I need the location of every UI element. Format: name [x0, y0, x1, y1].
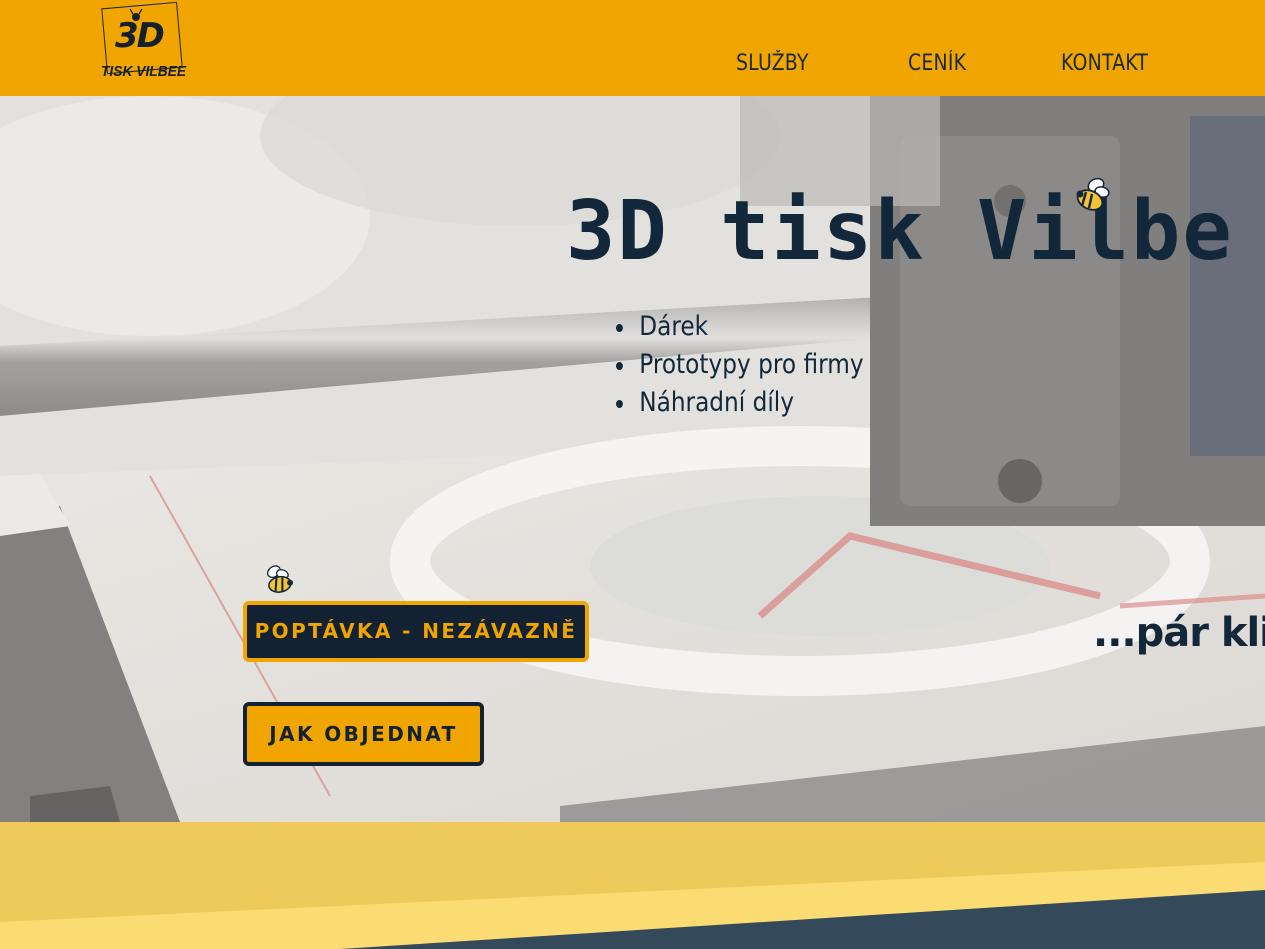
site-header: 3D TISK VILBEE SLUŽBY CENÍK KONTAKT: [0, 0, 1265, 96]
bee-icon: [266, 565, 294, 593]
hero-bullet-nahradni-dily: Náhradní díly: [616, 384, 864, 422]
hero-tagline: ...pár klik: [1093, 610, 1265, 656]
wave-shape: [0, 822, 1265, 949]
hero-title: 3D tisk Vilbe: [566, 184, 1234, 279]
hero-bullet-darek: Dárek: [616, 308, 864, 346]
site-logo[interactable]: 3D TISK VILBEE: [101, 0, 187, 86]
logo-brand-text: TISK VILBEE: [101, 63, 187, 80]
hero-bullet-list: Dárek Prototypy pro firmy Náhradní díly: [616, 308, 904, 422]
hero-bullet-prototypy: Prototypy pro firmy: [616, 346, 864, 384]
how-to-order-button[interactable]: JAK OBJEDNAT: [243, 702, 484, 766]
hero-section: 3D tisk Vilbe Dárek Prototypy pro firmy …: [0, 96, 1265, 822]
bee-icon: [1076, 177, 1110, 211]
nav-item-kontakt[interactable]: KONTAKT: [1061, 51, 1148, 76]
inquiry-button[interactable]: POPTÁVKA - NEZÁVAZNĚ: [243, 601, 589, 662]
logo-3d-text: 3D: [115, 16, 165, 56]
nav-item-cenik[interactable]: CENÍK: [908, 51, 966, 76]
nav-item-sluzby[interactable]: SLUŽBY: [736, 51, 809, 76]
decorative-wave-band: [0, 822, 1265, 949]
